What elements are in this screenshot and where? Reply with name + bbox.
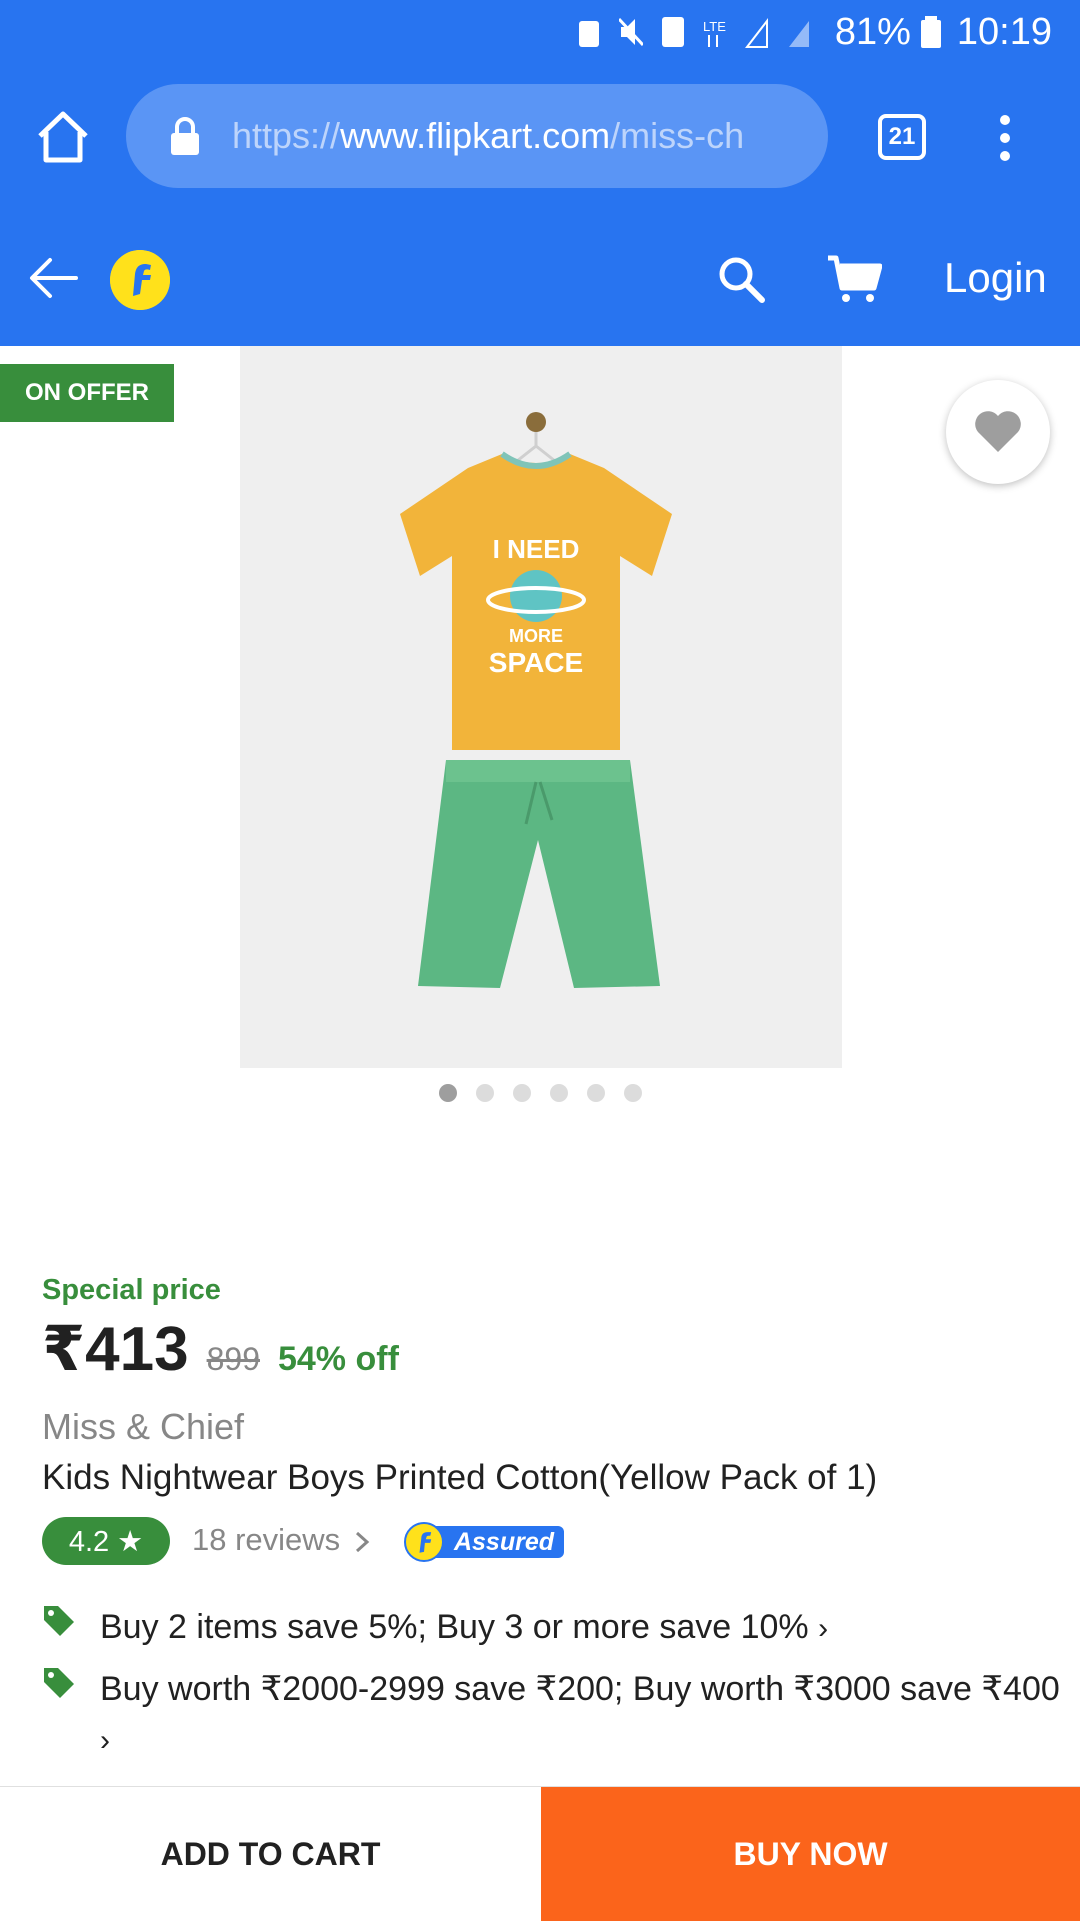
status-bar: LTE 81% 10:19 — [0, 0, 1080, 64]
back-arrow-icon[interactable] — [28, 256, 80, 300]
original-price: 899 — [206, 1341, 260, 1377]
carousel-dot[interactable] — [623, 1084, 642, 1102]
flipkart-logo[interactable] — [110, 250, 170, 310]
special-price-label: Special price — [42, 1274, 221, 1306]
signal-icon — [744, 18, 768, 48]
brand-name[interactable]: Miss & Chief — [42, 1406, 244, 1448]
signal-2-icon — [788, 21, 809, 47]
offer-text: Buy 2 items save 5%; Buy 3 or more save … — [100, 1602, 828, 1654]
chevron-right-icon: › — [100, 1724, 110, 1757]
selling-price: ₹413 — [42, 1315, 189, 1384]
carousel-dot[interactable] — [549, 1084, 568, 1102]
url-host: www.flipkart.com — [340, 115, 611, 156]
image-carousel-dots — [0, 1084, 1080, 1104]
alarm-icon — [578, 21, 599, 47]
offer-item[interactable]: Buy worth ₹2000-2999 save ₹200; Buy wort… — [42, 1664, 1060, 1764]
app-header: Login — [0, 210, 1080, 346]
mute-icon — [618, 17, 643, 47]
assured-label: Assured — [428, 1526, 564, 1558]
offer-text-1: Buy 2 items save 5%; Buy 3 or more save … — [100, 1608, 809, 1646]
svg-text:LTE: LTE — [703, 19, 726, 34]
carousel-dot[interactable] — [475, 1084, 494, 1102]
url-path: /miss-ch — [610, 115, 745, 156]
reviews-link[interactable]: 18 reviews — [192, 1522, 340, 1558]
product-photo: I NEED MORE SPACE — [400, 412, 672, 988]
search-icon[interactable] — [716, 254, 766, 304]
tabs-button[interactable]: 21 — [878, 114, 926, 160]
heart-icon — [975, 411, 1021, 452]
battery-percent: 81% — [834, 10, 911, 53]
wishlist-button[interactable] — [946, 380, 1050, 484]
assured-logo-icon — [404, 1522, 444, 1562]
assured-badge: Assured — [404, 1522, 564, 1562]
buy-now-button[interactable]: BUY NOW — [541, 1787, 1080, 1921]
sim-1-icon — [661, 17, 684, 47]
url-bar[interactable]: https://www.flipkart.com/miss-ch — [126, 84, 828, 188]
on-offer-badge: ON OFFER — [0, 364, 174, 422]
browser-toolbar: https://www.flipkart.com/miss-ch 21 — [0, 64, 1080, 210]
offer-text-2: Buy worth ₹2000-2999 save ₹200; Buy wort… — [100, 1670, 1060, 1708]
cart-icon[interactable] — [826, 254, 882, 304]
svg-text:MORE: MORE — [509, 626, 563, 646]
rating-badge[interactable]: 4.2 ★ — [42, 1517, 170, 1565]
tab-count: 21 — [888, 123, 916, 150]
bottom-action-bar: ADD TO CART BUY NOW — [0, 1786, 1080, 1921]
discount-percent: 54% off — [277, 1340, 399, 1378]
svg-text:I NEED: I NEED — [493, 534, 580, 564]
price-row: ₹413 899 54% off — [42, 1312, 399, 1384]
offer-text: Buy worth ₹2000-2999 save ₹200; Buy wort… — [100, 1664, 1060, 1766]
carousel-dot[interactable] — [586, 1084, 605, 1102]
product-image[interactable]: I NEED MORE SPACE — [240, 346, 842, 1068]
tag-icon — [44, 1606, 74, 1636]
product-title: Kids Nightwear Boys Printed Cotton(Yello… — [42, 1458, 878, 1497]
lock-icon — [171, 117, 199, 155]
carousel-dot[interactable] — [438, 1084, 457, 1102]
chevron-right-icon: › — [818, 1612, 829, 1645]
menu-icon[interactable] — [990, 112, 1020, 164]
login-button[interactable]: Login — [944, 254, 1047, 302]
url-scheme: https:// — [232, 115, 341, 156]
url-text: https://www.flipkart.com/miss-ch — [232, 115, 744, 157]
carousel-dot[interactable] — [512, 1084, 531, 1102]
clock: 10:19 — [956, 10, 1052, 53]
home-icon[interactable] — [34, 108, 92, 166]
battery-icon — [920, 16, 941, 48]
add-to-cart-button[interactable]: ADD TO CART — [0, 1787, 541, 1921]
chevron-right-icon[interactable] — [352, 1530, 372, 1554]
offer-item[interactable]: Buy 2 items save 5%; Buy 3 or more save … — [42, 1602, 1042, 1652]
lte-icon: LTE — [703, 19, 726, 47]
tag-icon — [44, 1668, 74, 1698]
svg-text:SPACE: SPACE — [489, 647, 583, 678]
